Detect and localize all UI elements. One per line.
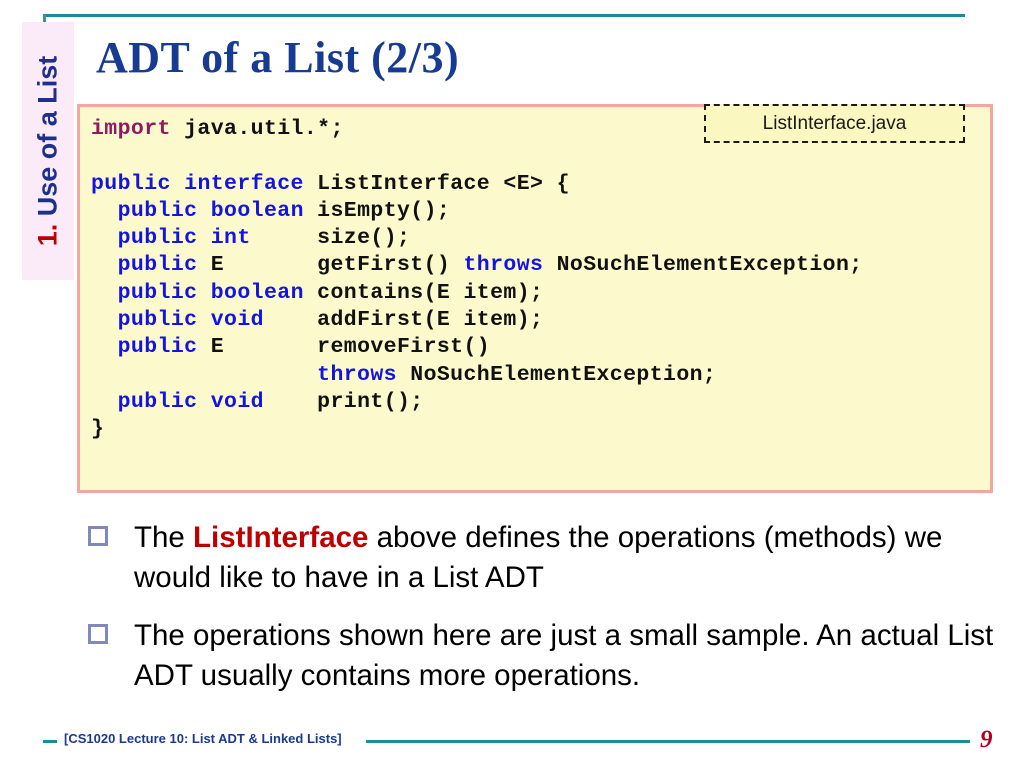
square-bullet-icon	[88, 624, 108, 644]
section-tab-text: Use of a List	[32, 55, 63, 217]
section-tab-number: 1.	[32, 223, 63, 247]
code-content: import java.util.*; public interface Lis…	[91, 117, 863, 442]
footer-label: [CS1020 Lecture 10: List ADT & Linked Li…	[64, 731, 342, 746]
file-name-callout: ListInterface.java	[704, 104, 965, 143]
bullet-text-2: The operations shown here are just a sma…	[134, 619, 994, 692]
highlighted-term: ListInterface	[193, 521, 369, 554]
code-block: import java.util.*; public interface Lis…	[77, 104, 993, 493]
square-bullet-icon	[88, 526, 108, 546]
bullet-list: The ListInterface above defines the oper…	[88, 518, 1000, 714]
list-item: The ListInterface above defines the oper…	[88, 518, 1000, 598]
top-accent-rule	[43, 14, 965, 17]
page-title: ADT of a List (2/3)	[96, 33, 460, 82]
section-tab-title	[33, 216, 63, 224]
section-tab-label: 1. Use of a List	[33, 56, 64, 247]
footer-accent-rule	[366, 740, 970, 743]
bullet-text-1: The ListInterface above defines the oper…	[134, 521, 943, 594]
page-number: 9	[980, 726, 993, 753]
file-name-label: ListInterface.java	[762, 112, 907, 134]
section-tab: 1. Use of a List	[22, 22, 74, 280]
list-item: The operations shown here are just a sma…	[88, 616, 1000, 696]
footer-left-dash	[43, 740, 57, 743]
